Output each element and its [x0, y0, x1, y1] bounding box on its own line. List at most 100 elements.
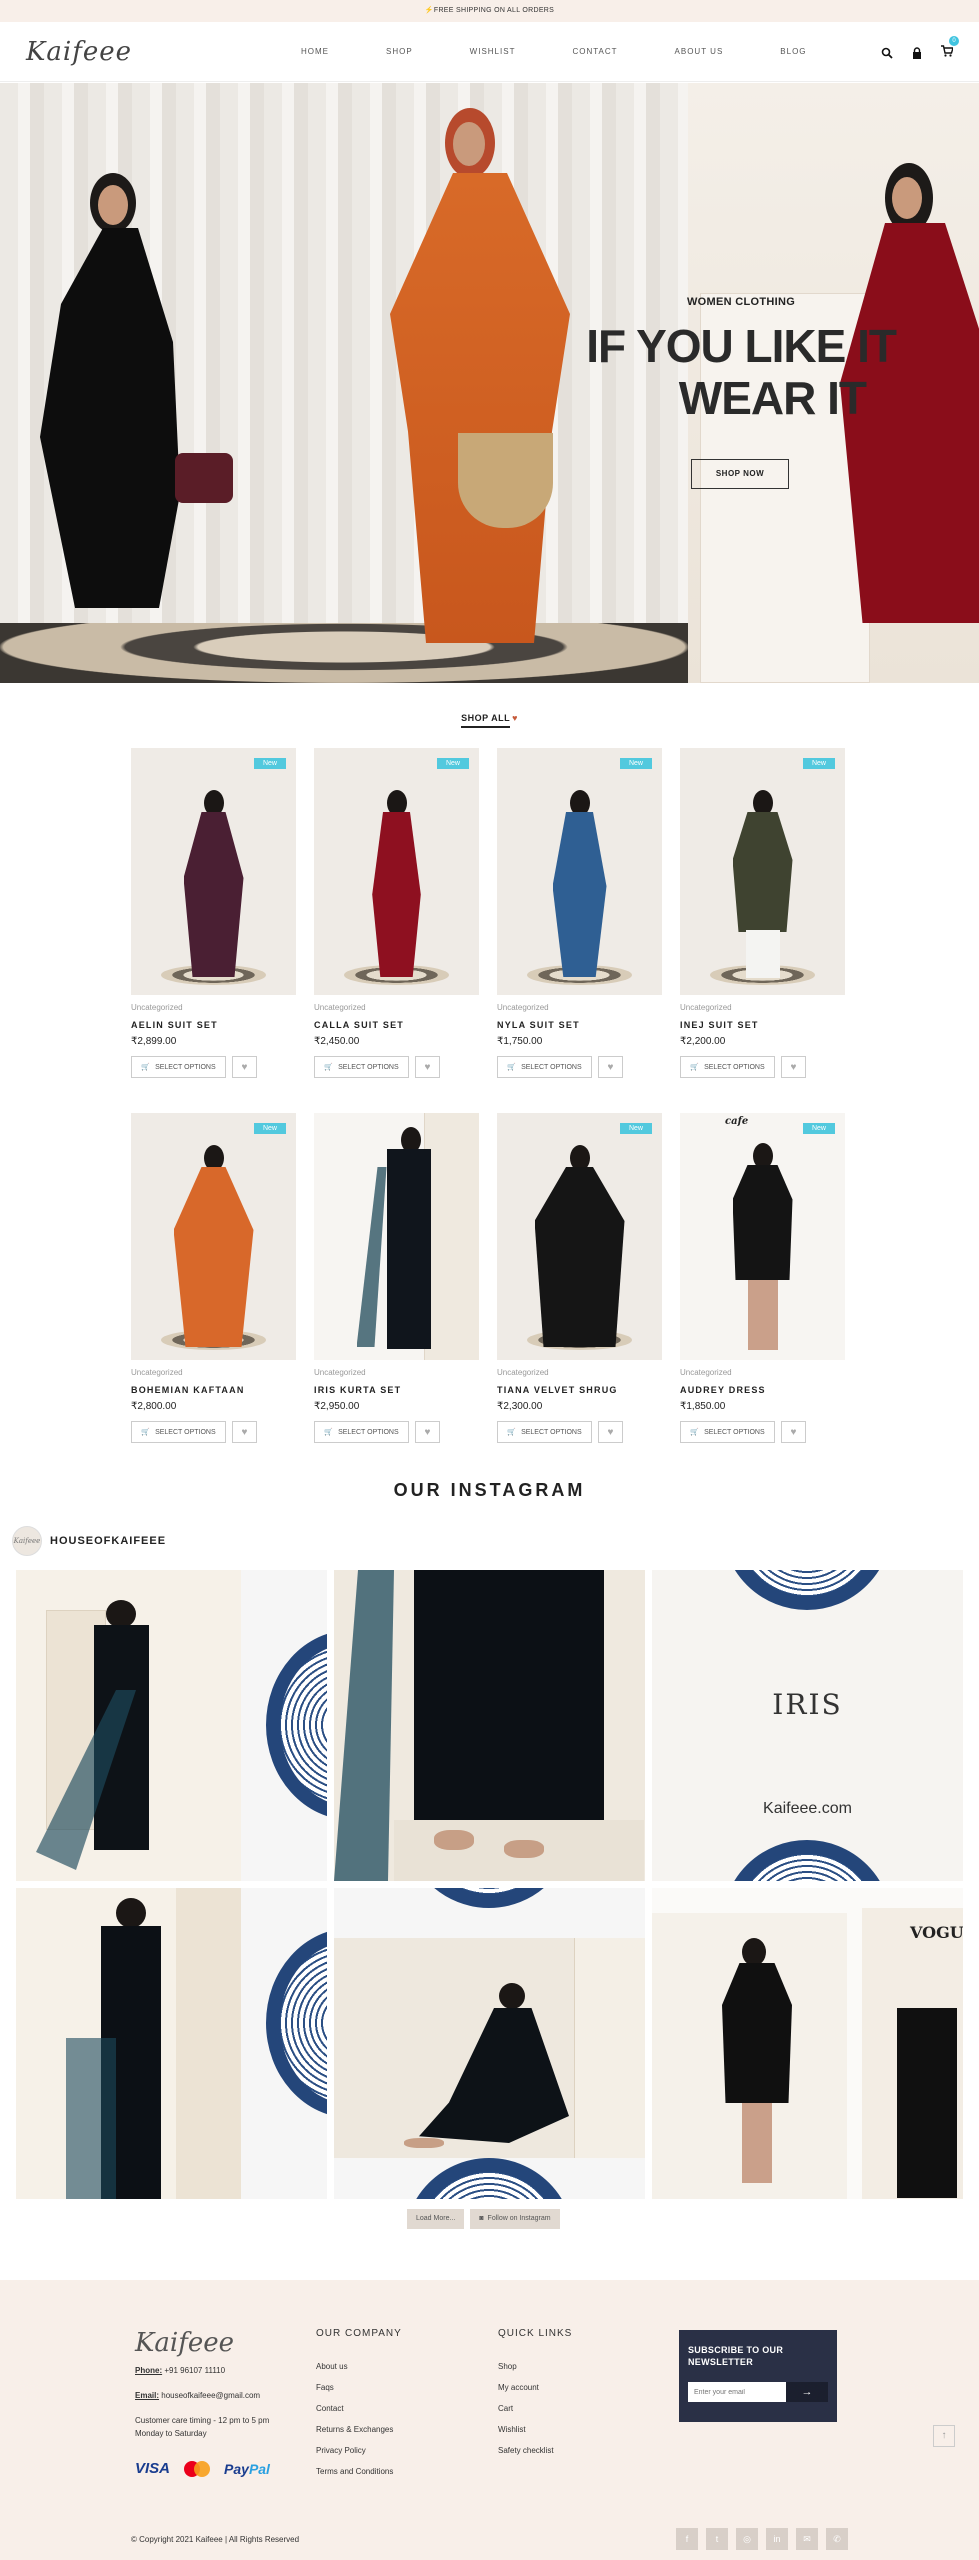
nav-shop[interactable]: SHOP	[386, 47, 413, 56]
product-category[interactable]: Uncategorized	[497, 1368, 662, 1377]
select-options-button[interactable]: 🛒 SELECT OPTIONS	[497, 1056, 592, 1078]
email-icon[interactable]: ✉	[796, 2528, 818, 2550]
product-card[interactable]: New Uncategorized INEJ SUIT SET ₹2,200.0…	[680, 748, 845, 1078]
product-model	[173, 1145, 254, 1350]
product-name[interactable]: TIANA VELVET SHRUG	[497, 1385, 662, 1395]
select-options-button[interactable]: 🛒 SELECT OPTIONS	[314, 1056, 409, 1078]
wishlist-button[interactable]: ♥	[415, 1421, 440, 1443]
product-category[interactable]: Uncategorized	[680, 1368, 845, 1377]
wishlist-button[interactable]: ♥	[598, 1421, 623, 1443]
product-name[interactable]: INEJ SUIT SET	[680, 1020, 845, 1030]
select-options-button[interactable]: 🛒 SELECT OPTIONS	[497, 1421, 592, 1443]
whatsapp-icon[interactable]: ✆	[826, 2528, 848, 2550]
cart-button[interactable]: 0	[941, 36, 959, 62]
facebook-icon[interactable]: f	[676, 2528, 698, 2550]
instagram-post[interactable]	[16, 1570, 327, 1881]
back-to-top-button[interactable]: ↑	[933, 2425, 955, 2447]
instagram-post[interactable]	[334, 1888, 645, 2199]
footer-link-wishlist[interactable]: Wishlist	[498, 2419, 572, 2440]
product-card[interactable]: New Uncategorized AELIN SUIT SET ₹2,899.…	[131, 748, 296, 1078]
search-icon[interactable]	[881, 47, 893, 59]
product-name[interactable]: AUDREY DRESS	[680, 1385, 845, 1395]
footer-link-cart[interactable]: Cart	[498, 2398, 572, 2419]
product-image[interactable]: New	[497, 748, 662, 995]
wishlist-button[interactable]: ♥	[232, 1056, 257, 1078]
product-name[interactable]: BOHEMIAN KAFTAAN	[131, 1385, 296, 1395]
linkedin-icon[interactable]: in	[766, 2528, 788, 2550]
wishlist-button[interactable]: ♥	[598, 1056, 623, 1078]
product-category[interactable]: Uncategorized	[314, 1368, 479, 1377]
product-image[interactable]	[314, 1113, 479, 1360]
site-logo[interactable]: Kaifeee	[26, 37, 276, 67]
email-address[interactable]: houseofkaifeee@gmail.com	[161, 2391, 260, 2400]
lock-icon[interactable]	[911, 47, 923, 59]
footer-link-faqs[interactable]: Faqs	[316, 2377, 402, 2398]
product-name[interactable]: NYLA SUIT SET	[497, 1020, 662, 1030]
instagram-profile[interactable]: Kaifeee HOUSEOFKAIFEEE	[12, 1526, 166, 1556]
select-options-button[interactable]: 🛒 SELECT OPTIONS	[314, 1421, 409, 1443]
select-options-button[interactable]: 🛒 SELECT OPTIONS	[680, 1056, 775, 1078]
footer-link-shop[interactable]: Shop	[498, 2356, 572, 2377]
wishlist-button[interactable]: ♥	[415, 1056, 440, 1078]
product-category[interactable]: Uncategorized	[497, 1003, 662, 1012]
product-category[interactable]: Uncategorized	[131, 1368, 296, 1377]
product-card[interactable]: Uncategorized IRIS KURTA SET ₹2,950.00 🛒…	[314, 1113, 479, 1443]
new-badge: New	[619, 758, 652, 769]
select-options-button[interactable]: 🛒 SELECT OPTIONS	[131, 1056, 226, 1078]
product-name[interactable]: IRIS KURTA SET	[314, 1385, 479, 1395]
instagram-post[interactable]: IRIS Kaifeee.com	[652, 1570, 963, 1881]
product-category[interactable]: Uncategorized	[314, 1003, 479, 1012]
product-card[interactable]: New Uncategorized TIANA VELVET SHRUG ₹2,…	[497, 1113, 662, 1443]
wishlist-button[interactable]: ♥	[781, 1421, 806, 1443]
nav-contact[interactable]: CONTACT	[572, 47, 617, 56]
product-image[interactable]: New	[680, 748, 845, 995]
shop-now-button[interactable]: SHOP NOW	[691, 459, 789, 489]
newsletter-email-input[interactable]	[688, 2382, 786, 2402]
product-card[interactable]: New Uncategorized CALLA SUIT SET ₹2,450.…	[314, 748, 479, 1078]
wishlist-button[interactable]: ♥	[781, 1056, 806, 1078]
wishlist-button[interactable]: ♥	[232, 1421, 257, 1443]
footer-link-privacy[interactable]: Privacy Policy	[316, 2440, 402, 2461]
select-options-button[interactable]: 🛒 SELECT OPTIONS	[680, 1421, 775, 1443]
footer-link-about[interactable]: About us	[316, 2356, 402, 2377]
subscribe-button[interactable]: →	[786, 2382, 828, 2402]
footer-link-safety[interactable]: Safety checklist	[498, 2440, 572, 2461]
shop-all-link[interactable]: SHOP ALL ♥	[0, 708, 979, 728]
footer-link-terms[interactable]: Terms and Conditions	[316, 2461, 402, 2482]
nav-wishlist[interactable]: WISHLIST	[470, 47, 516, 56]
footer-link-contact[interactable]: Contact	[316, 2398, 402, 2419]
instagram-post[interactable]: cafe VOGUE	[652, 1888, 963, 2199]
product-image[interactable]: New	[314, 748, 479, 995]
product-category[interactable]: Uncategorized	[131, 1003, 296, 1012]
product-name[interactable]: CALLA SUIT SET	[314, 1020, 479, 1030]
product-card[interactable]: cafe New Uncategorized AUDREY DRESS ₹1,8…	[680, 1113, 845, 1443]
follow-on-instagram-button[interactable]: ◙ Follow on Instagram	[470, 2209, 560, 2229]
select-options-label: SELECT OPTIONS	[704, 1428, 765, 1436]
phone-number[interactable]: +91 96107 11110	[164, 2366, 225, 2375]
cart-count-badge: 0	[949, 36, 959, 46]
product-image[interactable]: New	[131, 1113, 296, 1360]
phone-label: Phone:	[135, 2366, 163, 2375]
instagram-icon[interactable]: ◎	[736, 2528, 758, 2550]
product-name[interactable]: AELIN SUIT SET	[131, 1020, 296, 1030]
product-card[interactable]: New Uncategorized NYLA SUIT SET ₹1,750.0…	[497, 748, 662, 1078]
product-category[interactable]: Uncategorized	[680, 1003, 845, 1012]
product-price: ₹1,850.00	[680, 1401, 726, 1412]
select-options-button[interactable]: 🛒 SELECT OPTIONS	[131, 1421, 226, 1443]
nav-blog[interactable]: BLOG	[780, 47, 806, 56]
product-image[interactable]: New	[131, 748, 296, 995]
product-model	[545, 790, 615, 980]
load-more-button[interactable]: Load More...	[407, 2209, 465, 2229]
product-card[interactable]: New Uncategorized BOHEMIAN KAFTAAN ₹2,80…	[131, 1113, 296, 1443]
twitter-icon[interactable]: t	[706, 2528, 728, 2550]
footer-quick-links-column: QUICK LINKS Shop My account Cart Wishlis…	[498, 2328, 572, 2461]
product-image[interactable]: New	[497, 1113, 662, 1360]
instagram-post[interactable]	[334, 1570, 645, 1881]
product-image[interactable]: cafe New	[680, 1113, 845, 1360]
nav-home[interactable]: HOME	[301, 47, 329, 56]
instagram-post[interactable]	[16, 1888, 327, 2199]
footer-link-returns[interactable]: Returns & Exchanges	[316, 2419, 402, 2440]
footer-logo[interactable]: Kaifeee	[135, 2328, 234, 2358]
nav-about-us[interactable]: ABOUT US	[675, 47, 724, 56]
footer-link-account[interactable]: My account	[498, 2377, 572, 2398]
